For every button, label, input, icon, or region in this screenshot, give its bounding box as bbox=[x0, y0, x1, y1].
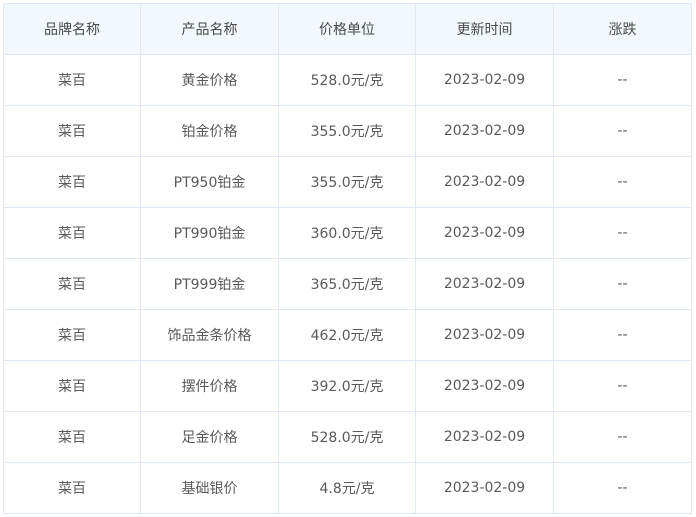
cell-date: 2023-02-09 bbox=[415, 156, 554, 208]
cell-price: 462.0元/克 bbox=[278, 309, 416, 361]
table-row: 菜百 饰品金条价格 462.0元/克 2023-02-09 -- bbox=[3, 309, 692, 361]
cell-date: 2023-02-09 bbox=[415, 207, 554, 259]
cell-product: PT990铂金 bbox=[140, 207, 279, 259]
header-brand: 品牌名称 bbox=[3, 3, 141, 55]
cell-product: 饰品金条价格 bbox=[140, 309, 279, 361]
cell-price: 4.8元/克 bbox=[278, 462, 416, 514]
cell-date: 2023-02-09 bbox=[415, 105, 554, 157]
cell-date: 2023-02-09 bbox=[415, 309, 554, 361]
cell-price: 355.0元/克 bbox=[278, 105, 416, 157]
table-row: 菜百 足金价格 528.0元/克 2023-02-09 -- bbox=[3, 411, 692, 463]
header-update-time: 更新时间 bbox=[415, 3, 554, 55]
table-row: 菜百 铂金价格 355.0元/克 2023-02-09 -- bbox=[3, 105, 692, 157]
cell-product: 足金价格 bbox=[140, 411, 279, 463]
cell-brand: 菜百 bbox=[3, 258, 141, 310]
cell-product: 铂金价格 bbox=[140, 105, 279, 157]
cell-product: 摆件价格 bbox=[140, 360, 279, 412]
header-price-unit: 价格单位 bbox=[278, 3, 416, 55]
cell-change: -- bbox=[553, 411, 692, 463]
cell-product: PT950铂金 bbox=[140, 156, 279, 208]
cell-date: 2023-02-09 bbox=[415, 462, 554, 514]
table-row: 菜百 基础银价 4.8元/克 2023-02-09 -- bbox=[3, 462, 692, 514]
cell-change: -- bbox=[553, 462, 692, 514]
cell-brand: 菜百 bbox=[3, 105, 141, 157]
cell-brand: 菜百 bbox=[3, 309, 141, 361]
table-row: 菜百 PT999铂金 365.0元/克 2023-02-09 -- bbox=[3, 258, 692, 310]
cell-product: 基础银价 bbox=[140, 462, 279, 514]
cell-change: -- bbox=[553, 156, 692, 208]
cell-brand: 菜百 bbox=[3, 360, 141, 412]
cell-change: -- bbox=[553, 207, 692, 259]
cell-brand: 菜百 bbox=[3, 411, 141, 463]
cell-date: 2023-02-09 bbox=[415, 54, 554, 106]
header-product: 产品名称 bbox=[140, 3, 279, 55]
cell-brand: 菜百 bbox=[3, 54, 141, 106]
cell-product: 黄金价格 bbox=[140, 54, 279, 106]
cell-brand: 菜百 bbox=[3, 156, 141, 208]
cell-change: -- bbox=[553, 309, 692, 361]
cell-price: 355.0元/克 bbox=[278, 156, 416, 208]
cell-change: -- bbox=[553, 360, 692, 412]
header-row: 品牌名称 产品名称 价格单位 更新时间 涨跌 bbox=[3, 3, 692, 55]
cell-date: 2023-02-09 bbox=[415, 411, 554, 463]
cell-price: 528.0元/克 bbox=[278, 411, 416, 463]
cell-brand: 菜百 bbox=[3, 207, 141, 259]
table-body: 菜百 黄金价格 528.0元/克 2023-02-09 -- 菜百 铂金价格 3… bbox=[3, 54, 692, 514]
cell-change: -- bbox=[553, 54, 692, 106]
cell-price: 528.0元/克 bbox=[278, 54, 416, 106]
price-table: 品牌名称 产品名称 价格单位 更新时间 涨跌 菜百 黄金价格 528.0元/克 … bbox=[3, 3, 692, 514]
cell-date: 2023-02-09 bbox=[415, 360, 554, 412]
cell-change: -- bbox=[553, 258, 692, 310]
cell-price: 365.0元/克 bbox=[278, 258, 416, 310]
cell-price: 360.0元/克 bbox=[278, 207, 416, 259]
cell-price: 392.0元/克 bbox=[278, 360, 416, 412]
table-row: 菜百 PT950铂金 355.0元/克 2023-02-09 -- bbox=[3, 156, 692, 208]
table-header: 品牌名称 产品名称 价格单位 更新时间 涨跌 bbox=[3, 3, 692, 55]
table-row: 菜百 PT990铂金 360.0元/克 2023-02-09 -- bbox=[3, 207, 692, 259]
cell-brand: 菜百 bbox=[3, 462, 141, 514]
header-change: 涨跌 bbox=[553, 3, 692, 55]
table-row: 菜百 摆件价格 392.0元/克 2023-02-09 -- bbox=[3, 360, 692, 412]
cell-date: 2023-02-09 bbox=[415, 258, 554, 310]
table-row: 菜百 黄金价格 528.0元/克 2023-02-09 -- bbox=[3, 54, 692, 106]
cell-product: PT999铂金 bbox=[140, 258, 279, 310]
cell-change: -- bbox=[553, 105, 692, 157]
